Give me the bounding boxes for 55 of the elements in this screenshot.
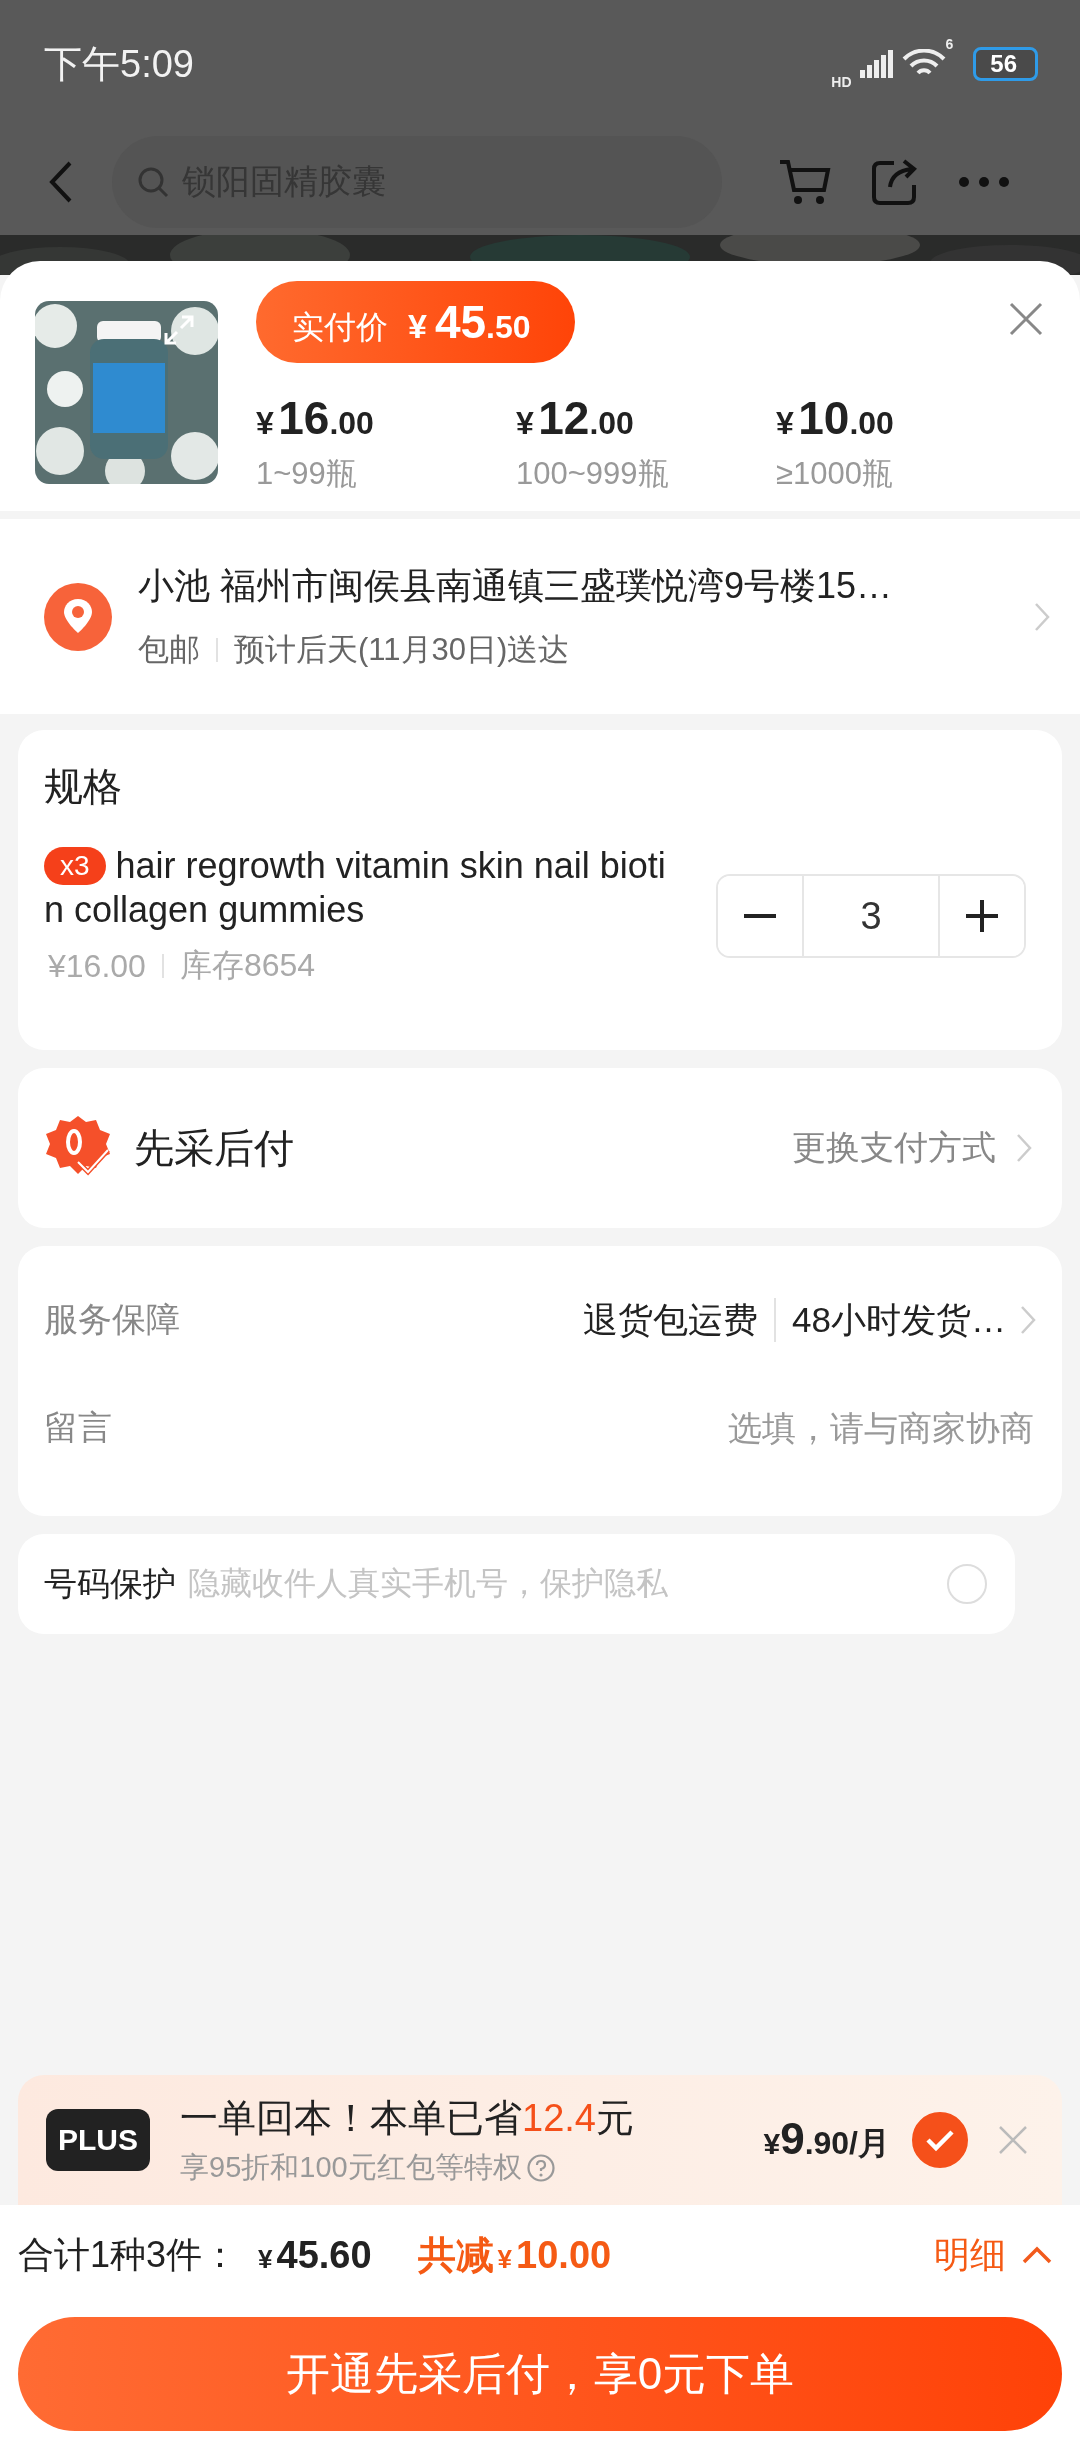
chevron-right-icon — [1034, 601, 1050, 632]
address-text: 小池 福州市闽侯县南通镇三盛璞悦湾9号楼15… — [138, 564, 894, 608]
plus-headline: 一单回本！本单已省12.4元 — [180, 2095, 634, 2141]
service-tag: 退货包运费 — [583, 1296, 759, 1344]
payment-method: 先采后付 — [134, 1124, 294, 1172]
shipping-label: 包邮 — [138, 631, 200, 669]
service-label: 服务保障 — [44, 1299, 180, 1340]
status-time: 下午5:09 — [44, 41, 194, 87]
discount-amount: 共减¥10.00 — [417, 2232, 612, 2278]
plus-badge: PLUS — [46, 2109, 150, 2171]
submit-order-button[interactable]: 开通先采后付，享0元下单 — [18, 2317, 1062, 2431]
delivery-estimate: 预计后天(11月30日)送达 — [234, 631, 570, 669]
message-label: 留言 — [44, 1407, 112, 1448]
plus-checkbox[interactable] — [912, 2112, 968, 2168]
total-price: ¥45.60 — [257, 2233, 372, 2277]
plus-benefits: 享95折和100元红包等特权 — [180, 2149, 522, 2185]
plus-price: ¥9.90/月 — [763, 2114, 890, 2165]
unit-price: ¥16.00 — [48, 947, 146, 985]
network-label: HD — [831, 74, 852, 90]
checkmark-icon — [925, 2128, 955, 2152]
tier-quantity: 100~999瓶 — [516, 455, 670, 493]
location-pin-icon — [42, 580, 114, 653]
expand-icon[interactable] — [162, 313, 196, 347]
tier-price: ¥16.00 — [256, 391, 375, 445]
help-icon[interactable] — [525, 2152, 556, 2183]
stock-count: 库存8654 — [179, 946, 316, 985]
signal-icon — [859, 50, 894, 78]
tier-price: ¥10.00 — [776, 391, 895, 445]
tier-price: ¥12.00 — [516, 391, 635, 445]
paid-price-badge: 实付价 ¥ 45.50 — [256, 281, 575, 363]
back-icon[interactable] — [48, 159, 74, 204]
close-icon[interactable] — [998, 2125, 1028, 2155]
cart-icon[interactable] — [778, 157, 832, 206]
phone-protection-description: 隐藏收件人真实手机号，保护隐私 — [188, 1564, 668, 1603]
chevron-right-icon — [1020, 1305, 1036, 1335]
spec-title: 规格 — [44, 764, 122, 810]
phone-protection-checkbox[interactable] — [947, 1564, 987, 1604]
service-tag: 48小时发货… — [792, 1296, 1006, 1344]
phone-protection-label: 号码保护 — [44, 1563, 176, 1604]
tier-quantity: ≥1000瓶 — [776, 455, 894, 493]
tier-quantity: 1~99瓶 — [256, 455, 358, 493]
close-icon[interactable] — [1008, 301, 1044, 337]
minus-icon — [744, 914, 776, 918]
product-name: x3 hair regrowth vitamin skin nail biotin collagen gummies — [44, 844, 667, 932]
battery-indicator: 56 — [973, 47, 1038, 81]
wifi-label: 6 — [945, 36, 954, 52]
change-payment-link[interactable]: 更换支付方式 — [792, 1125, 996, 1171]
message-field[interactable]: 选填，请与商家协商 — [112, 1397, 1036, 1459]
address-card[interactable]: 小池 福州市闽侯县南通镇三盛璞悦湾9号楼15… 包邮 预计后天(11月30日)送达 — [0, 519, 1080, 714]
total-label: 合计1种3件： — [18, 2232, 239, 2277]
more-icon[interactable] — [958, 175, 1010, 188]
chevron-up-icon[interactable] — [1022, 2246, 1052, 2264]
chevron-right-icon — [1016, 1133, 1032, 1163]
details-link[interactable]: 明细 — [934, 2230, 1006, 2280]
plus-icon — [966, 900, 998, 932]
